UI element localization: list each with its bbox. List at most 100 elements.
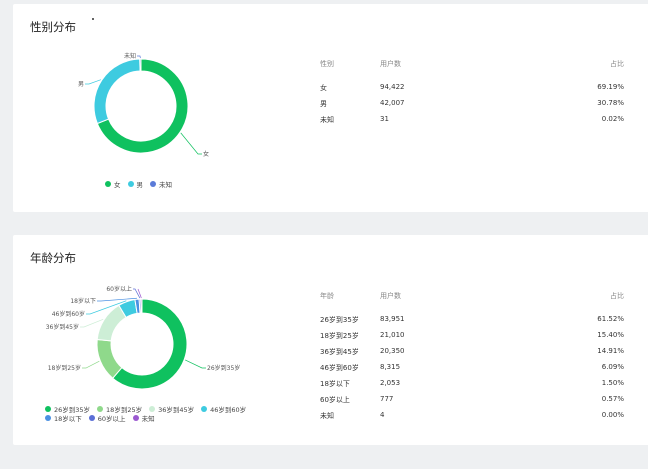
label-leader-line [137, 55, 141, 59]
age-table-header: 年龄 用户数 占比 [320, 291, 624, 315]
gender-cell-label: 男 [320, 100, 327, 108]
age-cell-count: 8,315 [380, 363, 401, 371]
age-cell-label: 18岁以下 [320, 380, 350, 388]
age-cell-label: 26岁到35岁 [320, 316, 359, 324]
age-cell-label: 18岁到25岁 [320, 332, 359, 340]
table-row: 36岁到45岁 20,350 14.91% [320, 347, 624, 363]
legend-label: 未知 [159, 180, 172, 189]
slice-label: 男 [78, 81, 84, 88]
table-row: 60岁以上 777 0.57% [320, 395, 624, 411]
gender-table: 性别 用户数 占比女 94,422 69.19% 男 42,007 30.78% 未知 31 0.0… [320, 59, 624, 131]
age-cell-count: 21,010 [380, 331, 405, 339]
gender-donut-chart: 女 男 未知 [78, 52, 209, 158]
label-leader-line [80, 319, 104, 328]
gender-cell-pct: 0.02% [601, 115, 624, 123]
age-cell-count: 2,053 [380, 379, 401, 387]
donut-slice[interactable] [139, 58, 142, 72]
legend-item[interactable]: 未知 [132, 413, 155, 423]
age-cell-label: 未知 [320, 412, 334, 420]
gender-cell-count: 42,007 [380, 99, 405, 107]
gender-cell-pct: 69.19% [597, 83, 624, 91]
gender-header-cell: 占比 [610, 60, 624, 68]
age-header-cell: 占比 [610, 292, 624, 300]
slice-label: 26岁到35岁 [207, 364, 240, 372]
age-cell-pct: 6.09% [601, 363, 624, 371]
age-cell-count: 20,350 [380, 347, 405, 355]
donut-slice[interactable] [93, 58, 141, 125]
legend-item[interactable]: 46岁到60岁 [201, 404, 247, 414]
legend-swatch [150, 180, 156, 187]
gender-cell-pct: 30.78% [597, 99, 624, 107]
donut-slice[interactable] [140, 298, 143, 314]
age-cell-count: 777 [380, 395, 394, 403]
legend-swatch [45, 405, 51, 412]
age-cell-pct: 14.91% [597, 347, 624, 355]
age-cell-pct: 1.50% [601, 379, 624, 387]
gender-table-header: 性别 用户数 占比 [320, 59, 624, 83]
age-header-cell: 用户数 [380, 292, 401, 300]
legend-item[interactable]: 60岁以上 [88, 413, 126, 423]
legend-label: 男 [136, 180, 144, 189]
gender-header-cell: 用户数 [380, 60, 401, 68]
table-row: 46岁到60岁 8,315 6.09% [320, 363, 624, 379]
table-row: 未知 4 0.00% [320, 411, 624, 427]
age-cell-count: 4 [380, 411, 385, 419]
gender-cell-count: 31 [380, 115, 389, 123]
gender-card: 性别分布 女男未知 女男未知 性别 用户数 占比女 94,422 69.19% 男 42,0… [13, 4, 648, 212]
legend-swatch [201, 405, 208, 412]
legend-item[interactable]: 18岁以下 [45, 413, 82, 423]
slice-label: 18岁以下 [70, 297, 96, 305]
age-cell-label: 46岁到60岁 [320, 364, 359, 372]
legend-swatch [127, 180, 134, 187]
age-cell-pct: 0.00% [601, 411, 624, 419]
legend-swatch [105, 180, 111, 187]
donut-slice[interactable] [96, 338, 123, 379]
age-cell-label: 36岁到45岁 [320, 348, 359, 356]
legend-swatch [45, 414, 51, 421]
age-cell-label: 60岁以上 [320, 396, 350, 404]
gender-cell-label: 未知 [320, 116, 334, 124]
label-leader-line [137, 288, 142, 299]
gender-cell-label: 女 [320, 84, 327, 92]
table-row: 26岁到35岁 83,951 61.52% [320, 315, 624, 331]
legend-label: 46岁到60岁 [210, 405, 247, 414]
legend-swatch [132, 414, 139, 421]
age-cell-pct: 61.52% [597, 315, 624, 323]
age-cell-pct: 15.40% [597, 331, 624, 339]
legend-item[interactable]: 未知 [150, 179, 172, 189]
slice-label: 18岁到25岁 [48, 364, 81, 372]
slice-label: 60岁以上 [106, 285, 132, 293]
age-header-cell: 年龄 [320, 292, 334, 300]
gender-cell-count: 94,422 [380, 83, 405, 91]
label-leader-line [180, 132, 202, 155]
slice-label: 36岁到45岁 [46, 323, 79, 331]
legend-item[interactable]: 36岁到45岁 [149, 404, 195, 414]
age-donut-chart: 26岁到35岁18岁到25岁36岁到45岁46岁到60岁18岁以下60岁以上未知 [46, 285, 240, 390]
table-row: 未知 31 0.02% [320, 115, 624, 131]
legend-label: 36岁到45岁 [158, 405, 195, 414]
gender-header-cell: 性别 [320, 60, 334, 68]
table-row: 18岁以下 2,053 1.50% [320, 379, 624, 395]
table-row: 18岁到25岁 21,010 15.40% [320, 331, 624, 347]
label-leader-line [185, 359, 206, 369]
legend-label: 60岁以上 [97, 414, 126, 423]
table-row: 女 94,422 69.19% [320, 83, 624, 99]
table-row: 男 42,007 30.78% [320, 99, 624, 115]
legend-swatch [97, 405, 104, 412]
legend-item[interactable]: 女 [105, 179, 121, 189]
gender-legend: 女 男 未知 [105, 179, 225, 189]
age-card: 年龄分布 26岁到35岁 18岁到25岁 36岁到45岁 46岁到60岁 18岁以下 60… [13, 235, 648, 445]
label-leader-line [82, 360, 100, 369]
slice-label: 未知 [124, 52, 136, 60]
slice-label: 女 [203, 150, 209, 158]
legend-swatch [149, 405, 156, 412]
age-legend: 26岁到35岁 18岁到25岁 36岁到45岁 46岁到60岁 18岁以下 60岁以上 未知 [45, 404, 260, 423]
legend-label: 未知 [141, 414, 155, 423]
slice-label: 46岁到60岁 [52, 310, 85, 318]
legend-label: 18岁以下 [54, 414, 82, 423]
legend-swatch [88, 414, 95, 421]
age-cell-pct: 0.57% [601, 395, 624, 403]
label-leader-line [85, 79, 102, 85]
age-cell-count: 83,951 [380, 315, 405, 323]
legend-item[interactable]: 男 [127, 179, 144, 189]
